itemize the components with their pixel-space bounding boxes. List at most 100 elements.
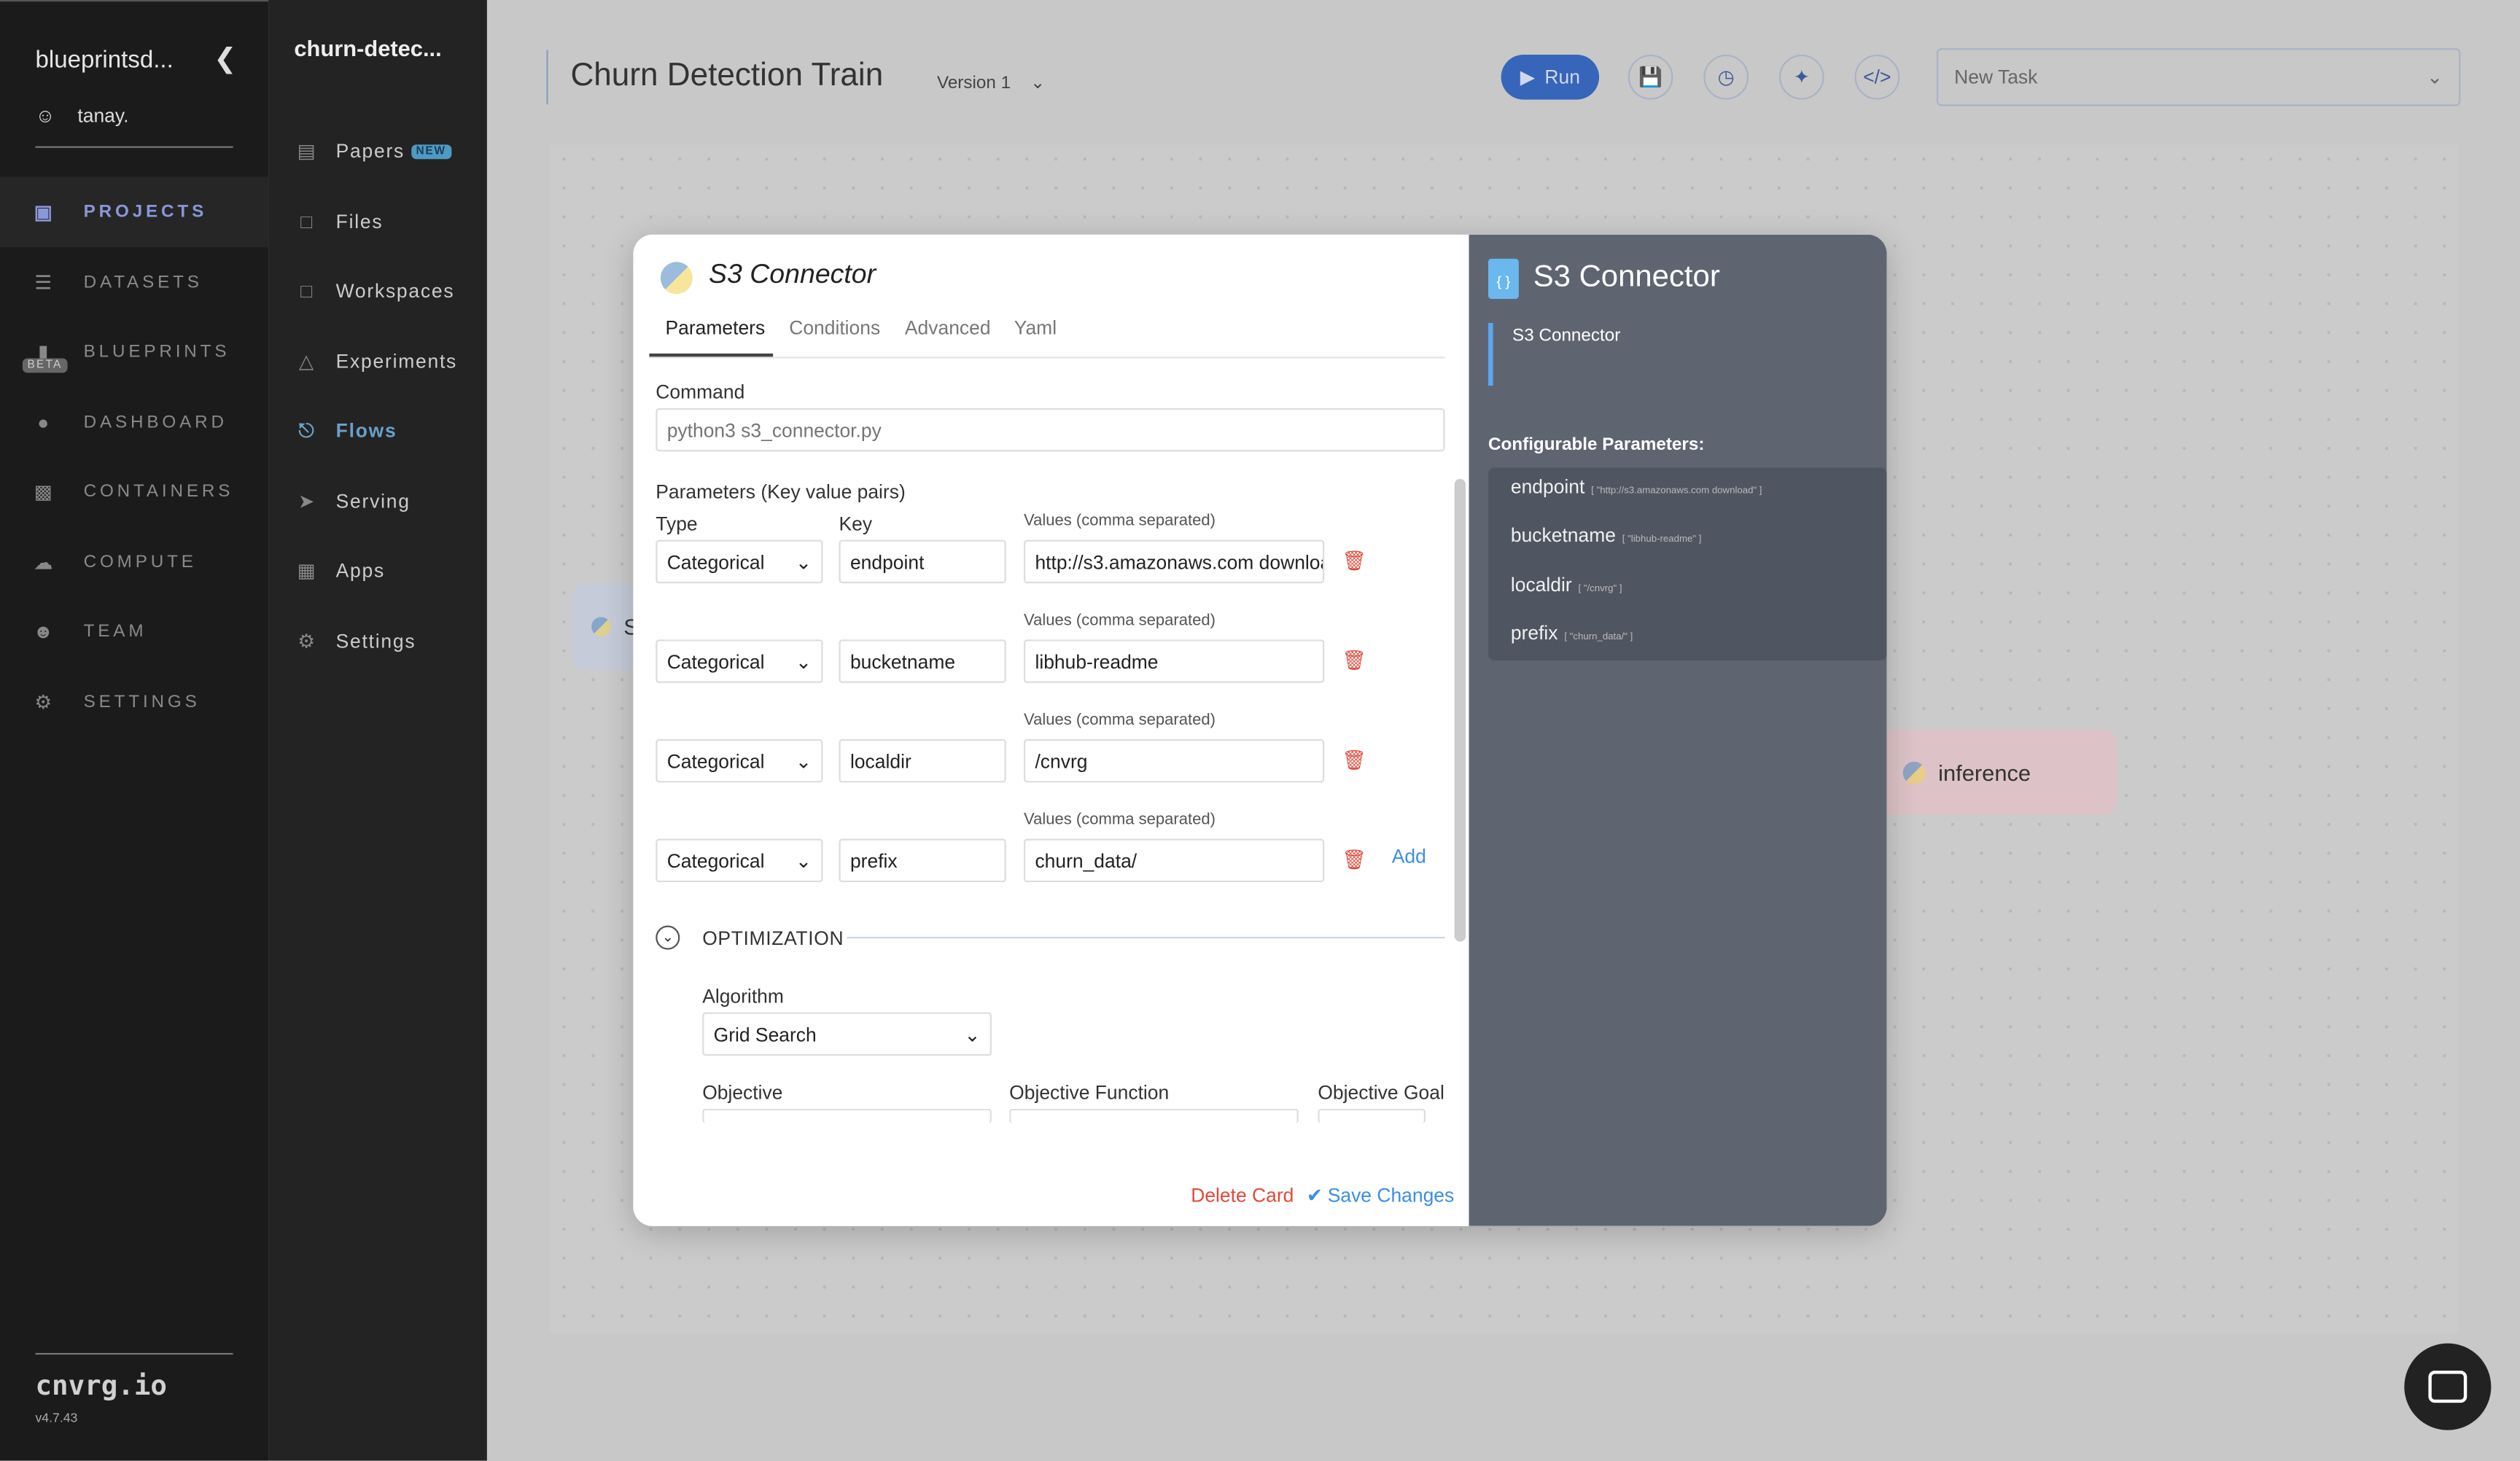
trash-icon[interactable]: 🗑 [1342,649,1366,671]
gears-icon: ⚙ [34,690,56,714]
trash-icon[interactable]: 🗑 [1342,550,1366,572]
sidebar-item-compute[interactable]: ☁ COMPUTE [0,527,268,598]
param-type-select[interactable]: Categorical ⌄ [656,838,823,883]
label: Experiments [335,350,458,373]
gear-icon: ⚙ [298,630,316,652]
project-nav-papers[interactable]: ▤ Papers NEW [294,135,451,167]
values-label: Values (comma separated) [1024,513,1216,531]
param-key-input[interactable]: endpoint [839,539,1006,584]
delete-card-button[interactable]: Delete Card [1191,1184,1294,1207]
active-tab-underline [649,353,774,357]
code-icon[interactable]: </> [1854,54,1900,100]
type-value: Categorical [666,749,765,773]
projects-icon: ▣ [34,200,56,224]
magic-wand-icon[interactable]: ✦ [1778,54,1824,100]
database-icon: ☰ [34,271,56,295]
card-title[interactable]: S3 Connector [709,259,876,291]
label: Apps [335,559,386,582]
collapse-chevron-icon[interactable]: ⌄ [656,925,680,950]
tab-advanced[interactable]: Advanced [905,316,991,339]
org-name[interactable]: blueprintsd... [35,47,173,74]
project-nav-experiments[interactable]: △ Experiments [294,346,457,378]
algorithm-select[interactable]: Grid Search ⌄ [702,1012,992,1056]
type-value: Categorical [666,849,765,872]
objective-goal-input[interactable] [1318,1108,1426,1123]
file-icon: □ [300,210,314,233]
chat-icon [2428,1371,2468,1403]
objective-goal-label: Objective Goal [1318,1081,1444,1104]
label: Workspaces [335,279,455,303]
project-nav-workspaces[interactable]: □ Workspaces [294,275,454,307]
collapse-chevron-icon[interactable]: ❮ [214,44,236,76]
project-nav-settings[interactable]: ⚙ Settings [294,625,416,657]
tab-conditions[interactable]: Conditions [789,316,880,339]
version-label: Version 1 [936,74,1011,93]
python-icon [660,262,693,295]
version-select[interactable]: Version 1 ⌄ [937,72,1045,93]
main-sidebar: blueprintsd... ❮ ☺ tanay. ▣ PROJECTS ☰ DATA… [0,0,269,1461]
objective-input[interactable] [702,1108,992,1123]
new-badge: NEW [411,144,451,159]
algorithm-value: Grid Search [713,1022,817,1045]
save-icon[interactable]: 💾 [1628,54,1673,100]
sidebar-item-containers[interactable]: ▩ CONTAINERS [0,456,268,527]
sidebar-item-team[interactable]: ☻ TEAM [0,596,268,667]
sidebar-item-blueprints[interactable]: ▮ BLUEPRINTS [0,316,268,387]
tab-yaml[interactable]: Yaml [1014,316,1057,339]
sidebar-item-datasets[interactable]: ☰ DATASETS [0,247,268,318]
project-nav-apps[interactable]: ▦ Apps [294,554,385,586]
run-button[interactable]: ▶ Run [1501,54,1600,100]
divider [847,936,1445,939]
save-changes-button[interactable]: ✔ Save Changes [1307,1184,1454,1207]
beta-badge: BETA [22,358,68,373]
label: Serving [335,490,411,513]
check-circle-icon: ✔ [1306,1184,1323,1207]
chevron-down-icon: ⌄ [795,849,812,872]
param-key-input[interactable]: localdir [839,739,1006,783]
param-values-input[interactable]: libhub-readme [1024,639,1325,683]
flow-node-inference[interactable]: inference [1864,729,2117,815]
username: tanay. [77,104,129,128]
param-type-select[interactable]: Categorical ⌄ [656,739,823,783]
command-input[interactable] [656,408,1445,452]
tab-parameters[interactable]: Parameters [665,316,765,339]
param-values-input[interactable]: http://s3.amazonaws.com download [1024,539,1325,584]
chevron-down-icon: ⌄ [2427,66,2443,89]
task-card-modal: S3 Connector Parameters Conditions Advan… [633,234,1887,1226]
param-key-input[interactable]: prefix [839,838,1006,883]
save-label: Save Changes [1327,1184,1455,1207]
run-label: Run [1544,66,1580,89]
param-type-select[interactable]: Categorical ⌄ [656,639,823,683]
project-nav-serving[interactable]: ➤ Serving [294,486,410,518]
project-nav-files[interactable]: □ Files [294,206,383,238]
param-key-input[interactable]: bucketname [839,639,1006,683]
param-value: [ "/cnvrg" ] [1578,585,1622,595]
add-param-button[interactable]: Add [1392,845,1426,868]
task-select[interactable]: New Task ⌄ [1936,48,2461,106]
trash-icon[interactable]: 🗑 [1342,849,1366,871]
label: Files [335,210,384,233]
algorithm-label: Algorithm [702,985,784,1008]
objective-function-label: Objective Function [1009,1081,1170,1104]
user-menu[interactable]: ☺ tanay. [35,104,128,127]
sidebar-item-projects[interactable]: ▣ PROJECTS [0,176,269,248]
chat-launcher-button[interactable] [2404,1343,2492,1430]
papers-icon: ▤ [297,139,317,163]
param-values-input[interactable]: /cnvrg [1024,739,1325,783]
param-value: [ "churn_data/" ] [1564,633,1633,643]
param-type-select[interactable]: Categorical ⌄ [656,539,823,584]
label: COMPUTE [83,553,197,572]
sidebar-item-dashboard[interactable]: ● DASHBOARD [0,387,268,458]
sidebar-item-settings[interactable]: ⚙ SETTINGS [0,667,268,738]
trash-icon[interactable]: 🗑 [1342,749,1366,771]
objective-function-input[interactable] [1009,1108,1299,1123]
param-values-input[interactable]: churn_data/ [1024,838,1325,883]
info-panel: { } S3 Connector S3 Connector Configurab… [1469,234,1887,1226]
clock-icon[interactable]: ◷ [1703,54,1749,100]
param-value: [ "http://s3.amazonaws.com download" ] [1591,486,1762,497]
param-key: prefix [1510,621,1558,644]
type-value: Categorical [666,650,765,673]
scrollbar[interactable] [1454,478,1466,942]
project-nav-flows[interactable]: ⎋ Flows [294,415,397,447]
values-label: Values (comma separated) [1024,612,1216,631]
